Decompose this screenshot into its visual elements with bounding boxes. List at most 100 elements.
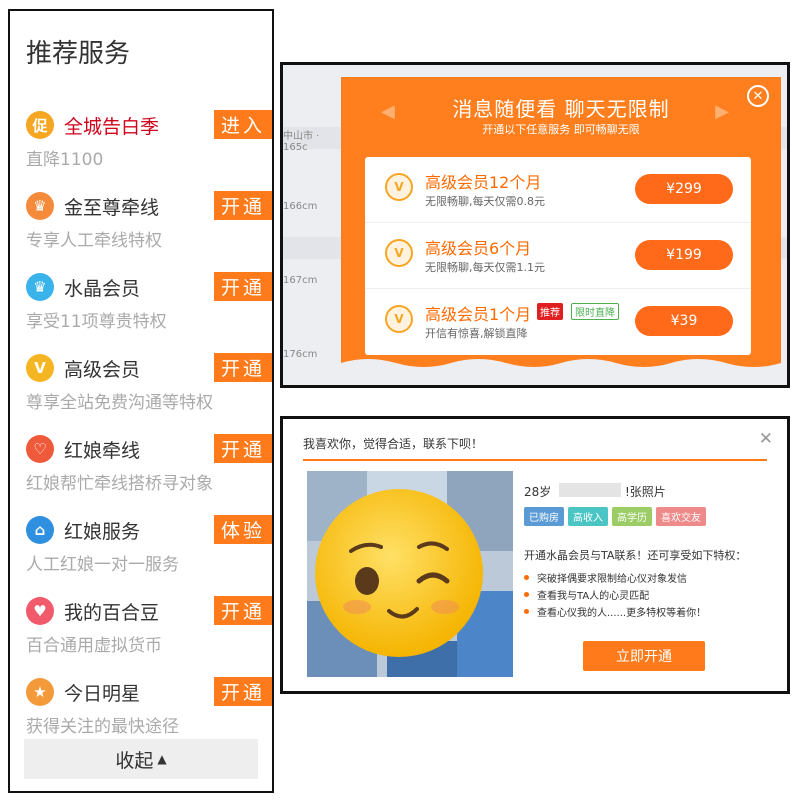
service-action-button[interactable]: 开通 <box>214 272 272 301</box>
collapse-button[interactable]: 收起 ▲ <box>24 739 258 779</box>
background-row: 166cm <box>283 201 343 241</box>
service-name: 高级会员 <box>64 358 141 381</box>
service-item: ♡ 红娘牵线 开通 红娘帮忙牵线搭桥寻对象 <box>26 433 272 514</box>
service-item: ⌂ 红娘服务 体验 人工红娘一对一服务 <box>26 514 272 595</box>
privilege-text: 查看我与TA人的心灵匹配 <box>537 591 650 602</box>
emoji-face-icon <box>315 489 483 657</box>
background-row-text: 167cm <box>283 275 318 286</box>
service-desc: 百合通用虚拟货币 <box>26 636 162 656</box>
plan-name: 高级会员1个月 <box>425 305 532 324</box>
service-row: 促全城告白季 进入 <box>26 109 272 141</box>
chevron-up-icon: ▲ <box>157 752 167 766</box>
recommend-tag: 推荐 <box>537 303 563 320</box>
plan-desc: 无限畅聊,每天仅需0.8元 <box>425 195 545 208</box>
service-action-button[interactable]: 开通 <box>214 434 272 463</box>
collapse-label: 收起 <box>115 749 154 772</box>
photo-count-text: !张照片 <box>625 485 666 499</box>
service-name: 我的百合豆 <box>64 601 160 624</box>
background-row: 176cm <box>283 349 343 385</box>
privilege-text: 查看心仪我的人......更多特权等着你！ <box>537 608 707 619</box>
membership-popup: ◀ ▶ 消息随便看 聊天无限制 开通以下任意服务 即可畅聊无限 ✕ V 高级会员… <box>341 77 781 373</box>
popup-header: 我喜欢你，觉得合适，联系下呗！ <box>303 437 484 451</box>
service-desc: 人工红娘一对一服务 <box>26 555 179 575</box>
service-row: ★ 今日明星 开通 <box>26 676 272 708</box>
profile-tag: 已购房 <box>524 507 564 526</box>
matchmaker-icon: ♡ <box>26 435 54 463</box>
crystal-crown-icon: ♛ <box>26 273 54 301</box>
service-item: ♥ 我的百合豆 开通百合通用虚拟货币 <box>26 595 272 676</box>
service-row: V 高级会员 开通 <box>26 352 272 384</box>
plan-list: V 高级会员12个月 无限畅聊,每天仅需0.8元 ¥299 V 高级会员6个月 … <box>365 157 751 355</box>
popup-title: 消息随便看 聊天无限制 <box>452 97 670 121</box>
service-action-button[interactable]: 开通 <box>214 596 272 625</box>
recommended-services-panel: 推荐服务 促全城告白季 进入 直降1100 ♛ 金至尊牵线 开通 专享人工牵线特权 ♛ 水晶会员… <box>8 9 274 793</box>
cu-icon: 促 <box>26 111 54 139</box>
close-icon[interactable]: ✕ <box>747 85 769 107</box>
privilege-item: 查看我与TA人的心灵匹配 <box>524 586 706 603</box>
service-name: 金至尊牵线 <box>64 196 160 219</box>
plan-row: V 高级会员6个月 无限畅聊,每天仅需1.1元 ¥199 <box>365 223 751 289</box>
service-name: 红娘牵线 <box>64 439 141 462</box>
profile-tag: 高收入 <box>568 507 608 526</box>
service-row: ♡ 红娘牵线 开通 <box>26 433 272 465</box>
plan-desc: 开信有惊喜,解锁直降 <box>425 327 528 340</box>
service-desc: 直降1100 <box>26 150 104 170</box>
popup-subtitle: 开通以下任意服务 即可畅聊无限 <box>482 123 640 136</box>
service-desc: 享受11项尊贵特权 <box>26 312 167 332</box>
service-name: 全城告白季 <box>64 115 160 138</box>
service-action-button[interactable]: 进入 <box>214 110 272 139</box>
lily-bean-icon: ♥ <box>26 597 54 625</box>
crown-icon: ♛ <box>26 192 54 220</box>
service-action-button[interactable]: 体验 <box>214 515 272 544</box>
star-icon: ★ <box>26 678 54 706</box>
service-desc: 红娘帮忙牵线搭桥寻对象 <box>26 474 213 494</box>
service-row: ♥ 我的百合豆 开通 <box>26 595 272 627</box>
privilege-item: 突破择偶要求限制给心仪对象发信 <box>524 569 706 586</box>
background-row-text: 中山市 · 165c <box>283 131 320 153</box>
profile-tags: 已购房 高收入 高学历 喜欢交友 <box>524 507 706 526</box>
price-button[interactable]: ¥39 <box>635 306 733 336</box>
background-row: 167cm <box>283 275 343 315</box>
plan-row: V 高级会员12个月 无限畅聊,每天仅需0.8元 ¥299 <box>365 157 751 223</box>
service-row: ♛ 金至尊牵线 开通 <box>26 190 272 222</box>
service-action-button[interactable]: 开通 <box>214 191 272 220</box>
privilege-list: 突破择偶要求限制给心仪对象发信 查看我与TA人的心灵匹配 查看心仪我的人....… <box>524 569 706 620</box>
service-action-button[interactable]: 开通 <box>214 677 272 706</box>
privilege-item: 查看心仪我的人......更多特权等着你！ <box>524 603 706 620</box>
plan-row: V 高级会员1个月 推荐 限时直降 开信有惊喜,解锁直降 ¥39 <box>365 289 751 355</box>
price-button[interactable]: ¥199 <box>635 240 733 270</box>
service-item: V 高级会员 开通 尊享全站免费沟通等特权 <box>26 352 272 433</box>
service-name: 水晶会员 <box>64 277 141 300</box>
bullet-icon <box>524 592 529 597</box>
privilege-text: 突破择偶要求限制给心仪对象发信 <box>537 574 687 585</box>
service-desc: 尊享全站免费沟通等特权 <box>26 393 213 413</box>
blurred-info <box>559 483 621 497</box>
profile-summary: 28岁 <box>524 483 551 500</box>
vip-medal-icon: V <box>385 173 413 201</box>
close-icon[interactable]: ✕ <box>759 429 773 449</box>
bullet-icon <box>524 609 529 614</box>
vip-medal-icon: V <box>385 305 413 333</box>
privilege-title: 开通水晶会员与TA联系！还可享受如下特权： <box>524 549 747 562</box>
age-text: 28岁 <box>524 485 552 499</box>
service-name: 今日明星 <box>64 682 141 705</box>
service-item: ♛ 金至尊牵线 开通专享人工牵线特权 <box>26 190 272 271</box>
wavy-edge <box>341 359 781 373</box>
bullet-icon <box>524 575 529 580</box>
service-row: ♛ 水晶会员 开通 <box>26 271 272 303</box>
price-button[interactable]: ¥299 <box>635 174 733 204</box>
service-desc: 专享人工牵线特权 <box>26 231 162 251</box>
service-list: 促全城告白季 进入 直降1100 ♛ 金至尊牵线 开通 专享人工牵线特权 ♛ 水晶会员 开通 享受1… <box>26 109 272 757</box>
background-row-text: 166cm <box>283 201 318 212</box>
profile-contact-popup: 我喜欢你，觉得合适，联系下呗！ ✕ 28岁 !张照片 已购房 高收入 高学历 喜… <box>280 416 790 694</box>
service-action-button[interactable]: 开通 <box>214 353 272 382</box>
vip-medal-icon: V <box>385 239 413 267</box>
membership-screenshot: 中山市 · 165c 166cm 167cm 176cm ◀ ▶ 消息随便看 聊… <box>280 62 790 388</box>
background-row-text: 176cm <box>283 349 318 360</box>
profile-photo <box>307 471 513 677</box>
home-heart-icon: ⌂ <box>26 516 54 544</box>
service-desc: 获得关注的最快途径 <box>26 717 179 737</box>
medal-icon: V <box>26 354 54 382</box>
service-item: ♛ 水晶会员 开通享受11项尊贵特权 <box>26 271 272 352</box>
open-now-button[interactable]: 立即开通 <box>583 641 705 671</box>
